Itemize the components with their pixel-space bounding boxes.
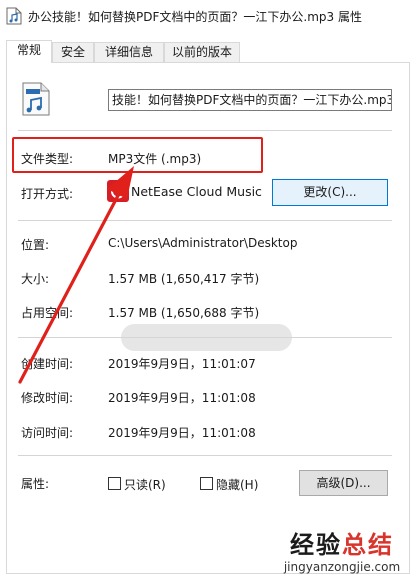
attributes-label: 属性:	[21, 477, 50, 491]
separator	[18, 337, 392, 338]
window-title: 办公技能！如何替换PDF文档中的页面？一江下办公.mp3 属性	[28, 10, 362, 24]
size-value: 1.57 MB (1,650,417 字节)	[108, 272, 260, 286]
size-label: 大小:	[21, 272, 50, 286]
watermark: 经验总结 jingyanzongjie.com	[277, 525, 407, 574]
watermark-part1: 经验	[290, 531, 342, 559]
open-with-app: NetEase Cloud Music	[131, 184, 262, 199]
created-label: 创建时间:	[21, 357, 74, 371]
hidden-label: 隐藏(H)	[216, 478, 259, 492]
open-with-label: 打开方式:	[21, 187, 74, 201]
audio-file-icon	[6, 7, 22, 25]
file-type-highlight	[12, 137, 263, 173]
separator	[18, 455, 392, 456]
watermark-url: jingyanzongjie.com	[283, 560, 401, 574]
accessed-value: 2019年9月9日，11:01:08	[108, 426, 256, 440]
created-value: 2019年9月9日，11:01:07	[108, 357, 256, 371]
tab-security[interactable]: 安全	[52, 42, 94, 62]
location-label: 位置:	[21, 238, 50, 252]
title-bar: 办公技能！如何替换PDF文档中的页面？一江下办公.mp3 属性	[0, 0, 415, 32]
mp3-file-icon	[22, 82, 50, 116]
tab-previous-versions[interactable]: 以前的版本	[164, 42, 240, 62]
readonly-label: 只读(R)	[124, 478, 166, 492]
file-name-field[interactable]: 技能！如何替换PDF文档中的页面？一江下办公.mp3	[108, 89, 392, 111]
advanced-button[interactable]: 高级(D)...	[299, 470, 388, 496]
tab-details[interactable]: 详细信息	[94, 42, 164, 62]
watermark-part2: 总结	[342, 531, 394, 559]
separator	[18, 220, 392, 221]
size-on-disk-value: 1.57 MB (1,650,688 字节)	[108, 306, 260, 320]
netease-music-icon	[107, 180, 129, 202]
size-on-disk-label: 占用空间:	[21, 306, 74, 320]
change-button[interactable]: 更改(C)...	[272, 179, 388, 206]
modified-value: 2019年9月9日，11:01:08	[108, 391, 256, 405]
modified-label: 修改时间:	[21, 391, 74, 405]
hidden-checkbox[interactable]	[200, 477, 213, 490]
location-value: C:\Users\Administrator\Desktop	[108, 236, 298, 250]
tab-general[interactable]: 常规	[6, 40, 52, 63]
accessed-label: 访问时间:	[21, 426, 74, 440]
watermark-title: 经验总结	[277, 525, 407, 560]
separator	[18, 130, 392, 131]
readonly-checkbox[interactable]	[108, 477, 121, 490]
